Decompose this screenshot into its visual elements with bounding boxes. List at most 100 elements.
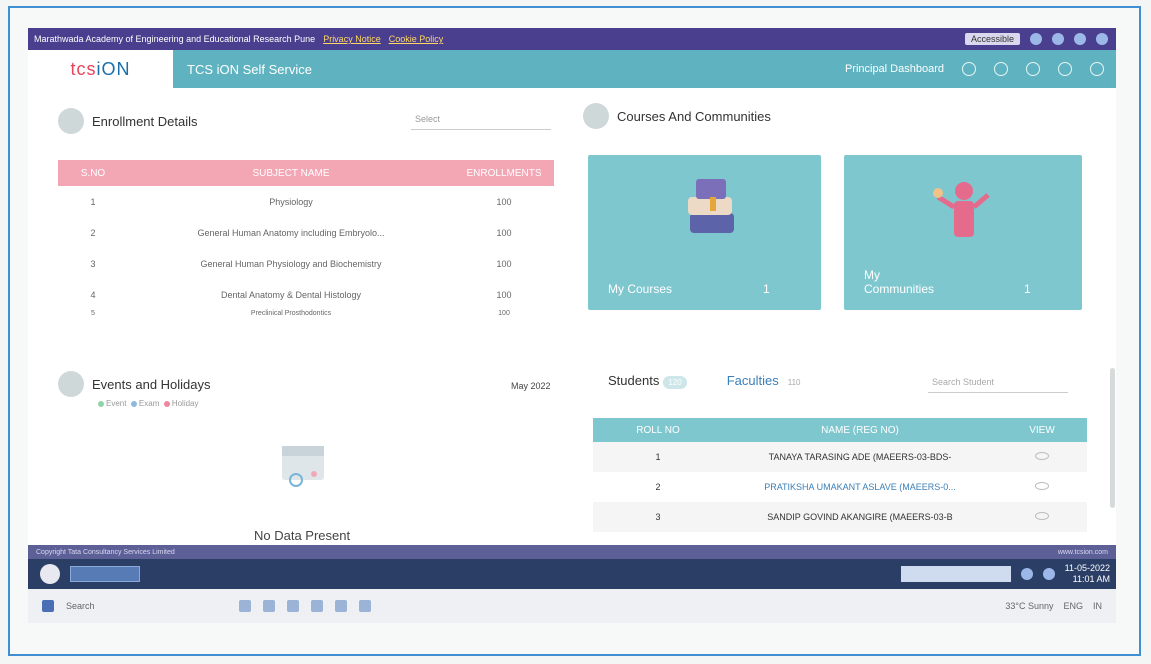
- cell-view: [997, 502, 1087, 532]
- col-sno: S.NO: [58, 160, 128, 186]
- person-icon: [933, 182, 990, 237]
- cell-roll: 1: [593, 442, 723, 472]
- eye-icon[interactable]: [1035, 452, 1049, 460]
- explorer-icon[interactable]: [262, 600, 275, 612]
- network-icon[interactable]: [1042, 568, 1055, 580]
- taskview-icon[interactable]: [238, 600, 251, 612]
- col-enrollments: ENROLLMENTS: [454, 160, 554, 186]
- apps-icon[interactable]: [1058, 62, 1072, 76]
- cell-count: 100: [496, 258, 512, 269]
- enrollment-dropdown[interactable]: Select: [411, 110, 551, 130]
- col-view: VIEW: [997, 418, 1087, 442]
- tab-students[interactable]: Students 120: [608, 373, 687, 389]
- cell-roll: 2: [655, 482, 661, 492]
- app-title: TCS iON Self Service: [187, 61, 312, 77]
- table-row: 3 General Human Physiology and Biochemis…: [58, 248, 554, 279]
- students-scrollbar[interactable]: [1110, 368, 1115, 508]
- table-row: 4 Dental Anatomy & Dental Histology 100: [58, 279, 554, 310]
- privacy-link[interactable]: Privacy Notice: [323, 34, 381, 44]
- browser-taskbar: 11-05-2022 11:01 AM: [28, 559, 1116, 589]
- home-icon[interactable]: [1030, 33, 1042, 45]
- table-row: 2 PRATIKSHA UMAKANT ASLAVE (MAEERS-0...: [593, 472, 1087, 502]
- people-tabs: Students 120 Faculties 110: [608, 373, 805, 389]
- cookie-link[interactable]: Cookie Policy: [389, 34, 444, 44]
- search-icon[interactable]: [994, 62, 1008, 76]
- legend-event: Event: [106, 399, 127, 408]
- tab-faculties-label: Faculties: [726, 373, 779, 388]
- cell-no: 1: [90, 196, 96, 207]
- power-icon[interactable]: [1096, 33, 1108, 45]
- cell-view: [997, 472, 1087, 502]
- clock-time: 11:01 AM: [1072, 574, 1110, 584]
- taskbar-search[interactable]: Search: [66, 601, 95, 611]
- table-row: 2 General Human Anatomy including Embryo…: [58, 217, 554, 248]
- event-dot: [98, 400, 104, 407]
- col-subject: SUBJECT NAME: [128, 160, 454, 186]
- region-text: IN: [1093, 601, 1102, 611]
- expand-icon[interactable]: [1052, 33, 1064, 45]
- browser-icon[interactable]: [286, 600, 299, 612]
- cell-no: 3: [90, 258, 96, 269]
- cell-subject: General Human Anatomy including Embryolo…: [197, 227, 385, 238]
- holiday-dot: [163, 400, 170, 407]
- eye-icon[interactable]: [1035, 512, 1049, 520]
- legend-holiday: Holiday: [171, 399, 199, 408]
- cell-student-name: PRATIKSHA UMAKANT ASLAVE (MAEERS-0...: [764, 482, 956, 492]
- cell-subject: General Human Physiology and Biochemistr…: [200, 258, 382, 269]
- cell-count: 100: [498, 310, 510, 317]
- courses-panel-title: Courses And Communities: [583, 103, 771, 129]
- faculties-count: 110: [787, 378, 801, 387]
- clock: 11-05-2022 11:01 AM: [1065, 563, 1110, 585]
- calendar-icon: [58, 371, 84, 397]
- help-icon[interactable]: [1074, 33, 1086, 45]
- courses-title: Courses And Communities: [617, 108, 771, 124]
- cell-view: [997, 442, 1087, 472]
- lang-text[interactable]: ENG: [1063, 601, 1083, 611]
- windows-taskbar: Search 33°C Sunny ENG IN: [28, 589, 1116, 623]
- tab-students-label: Students: [608, 373, 660, 388]
- my-communities-label: My Communities: [864, 268, 935, 296]
- my-courses-label: My Courses: [608, 282, 673, 296]
- notification-icon[interactable]: [962, 62, 976, 76]
- students-count: 120: [663, 376, 687, 389]
- table-row: 5 Preclinical Prosthodontics 100: [58, 310, 554, 326]
- screen: Marathwada Academy of Engineering and Ed…: [28, 28, 1116, 623]
- app-icon[interactable]: [358, 600, 371, 612]
- col-name: NAME (REG NO): [723, 418, 997, 442]
- weather-text[interactable]: 33°C Sunny: [1005, 601, 1053, 611]
- student-search-input[interactable]: Search Student: [928, 373, 1068, 393]
- cell-subject: Dental Anatomy & Dental Histology: [220, 289, 362, 300]
- windows-icon[interactable]: [42, 600, 54, 612]
- store-icon[interactable]: [310, 600, 323, 612]
- students-table: ROLL NO NAME (REG NO) VIEW 1 TANAYA TARA…: [593, 418, 1087, 532]
- cell-no: 4: [90, 289, 96, 300]
- address-input[interactable]: [70, 566, 140, 582]
- app-header: tcs iON TCS iON Self Service Principal D…: [28, 50, 1116, 88]
- footer-left: Copyright Tata Consultancy Services Limi…: [36, 548, 175, 556]
- user-icon[interactable]: [1020, 568, 1033, 580]
- tcs-ion-logo: tcs iON: [28, 50, 173, 88]
- mail-icon[interactable]: [334, 600, 347, 612]
- accessibility-select[interactable]: Accessible: [964, 33, 1020, 45]
- events-month[interactable]: May 2022: [511, 381, 551, 391]
- my-communities-tile[interactable]: My Communities 1: [844, 155, 1082, 310]
- cell-count: 100: [496, 227, 512, 238]
- tray-search[interactable]: [900, 566, 1011, 582]
- institute-title: Marathwada Academy of Engineering and Ed…: [34, 34, 316, 44]
- footer-right[interactable]: www.tcsion.com: [1058, 549, 1108, 556]
- cell-no: 5: [91, 310, 95, 317]
- col-roll: ROLL NO: [593, 418, 723, 442]
- dashboard-link[interactable]: Principal Dashboard: [845, 63, 944, 75]
- my-courses-tile[interactable]: My Courses 1: [588, 155, 821, 310]
- eye-icon[interactable]: [1035, 482, 1049, 490]
- enrollment-table: S.NO SUBJECT NAME ENROLLMENTS 1 Physiolo…: [58, 160, 554, 326]
- empty-calendar-icon: [282, 446, 324, 487]
- settings-icon[interactable]: [1026, 62, 1040, 76]
- avatar[interactable]: [1090, 62, 1104, 76]
- logo-text-b: iON: [96, 58, 131, 79]
- tab-faculties[interactable]: Faculties 110: [727, 373, 806, 389]
- cell-count: 100: [496, 196, 512, 207]
- start-button[interactable]: [40, 564, 60, 584]
- clock-date: 11-05-2022: [1064, 563, 1110, 573]
- cell-subject: Physiology: [269, 196, 313, 207]
